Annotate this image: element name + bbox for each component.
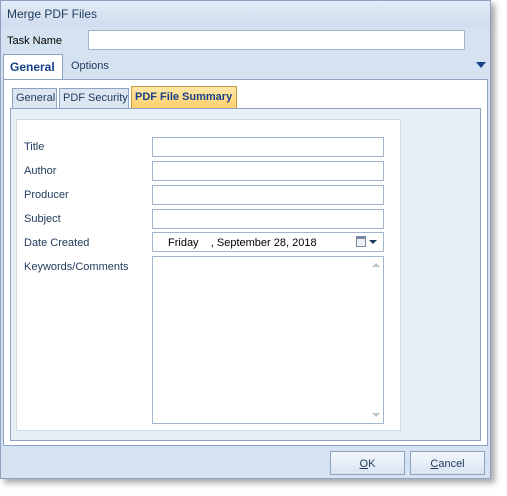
keywords-comments-label: Keywords/Comments	[24, 261, 129, 273]
scroll-down-arrow-icon[interactable]	[372, 413, 380, 417]
author-label: Author	[24, 165, 57, 177]
producer-label: Producer	[24, 189, 69, 201]
tab-general[interactable]: General	[3, 54, 63, 79]
calendar-icon[interactable]	[356, 236, 366, 247]
task-name-row: Task Name	[1, 28, 490, 54]
dialog-button-bar: OK Cancel	[1, 446, 490, 478]
summary-form: Title Author Producer Subject Date Creat…	[16, 119, 401, 431]
cancel-label-rest: ancel	[438, 458, 465, 470]
subject-input[interactable]	[152, 209, 384, 229]
keywords-comments-textarea[interactable]	[152, 256, 384, 424]
title-bar: Merge PDF Files	[1, 1, 490, 27]
title-label: Title	[24, 141, 45, 153]
ok-mnemonic: O	[359, 458, 369, 470]
task-name-input[interactable]	[88, 30, 465, 50]
subtab-pdf-security[interactable]: PDF Security	[59, 88, 129, 108]
date-created-picker[interactable]: Friday , September 28, 2018	[152, 232, 384, 252]
pdf-file-summary-panel: Title Author Producer Subject Date Creat…	[10, 108, 481, 441]
tab-options[interactable]: Options	[65, 54, 125, 79]
window-title: Merge PDF Files	[7, 7, 98, 21]
general-tab-panel: General PDF Security PDF File Summary Ti…	[3, 79, 488, 446]
title-input[interactable]	[152, 137, 384, 157]
scroll-up-arrow-icon[interactable]	[372, 263, 380, 267]
cancel-button[interactable]: Cancel	[410, 451, 485, 475]
ok-button[interactable]: OK	[330, 451, 405, 475]
date-created-label: Date Created	[24, 237, 90, 249]
dropdown-arrow-icon[interactable]	[369, 240, 377, 244]
date-created-value[interactable]: Friday , September 28, 2018	[168, 237, 317, 249]
producer-input[interactable]	[152, 185, 384, 205]
ok-label-rest: K	[368, 458, 376, 470]
author-input[interactable]	[152, 161, 384, 181]
main-tab-strip: General Options	[1, 54, 490, 79]
subject-label: Subject	[24, 213, 61, 225]
subtab-pdf-file-summary[interactable]: PDF File Summary	[131, 86, 237, 108]
merge-pdf-dialog: Merge PDF Files Task Name General Option…	[0, 0, 491, 479]
subtab-general[interactable]: General	[12, 88, 57, 108]
task-name-label: Task Name	[7, 35, 63, 47]
textarea-scrollbar[interactable]	[369, 257, 383, 423]
chevron-down-icon[interactable]	[476, 62, 486, 68]
